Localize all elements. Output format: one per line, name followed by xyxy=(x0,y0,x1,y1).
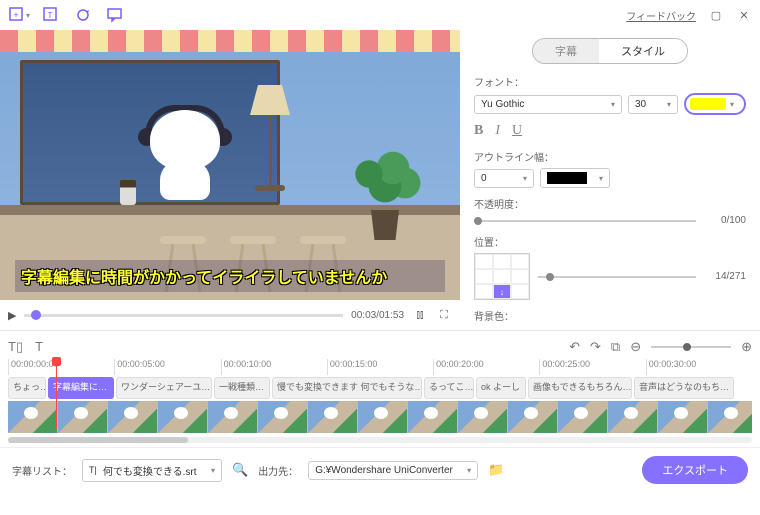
style-panel: 字幕 スタイル フォント： Yu Gothic▾ 30▾ ▾ B I U アウト… xyxy=(460,30,760,330)
subtitle-overlay: 字幕編集に時間がかかってイライラしていませんか xyxy=(15,260,445,292)
comment-icon[interactable] xyxy=(104,4,126,26)
zoom-slider[interactable] xyxy=(651,346,731,348)
video-thumbnail xyxy=(508,401,558,433)
tab-subtitle[interactable]: 字幕 xyxy=(533,39,599,63)
title-bar: +▾ T フィードバック ▢ ✕ xyxy=(0,0,760,30)
video-preview[interactable]: 字幕編集に時間がかかってイライラしていませんか xyxy=(0,30,460,300)
subtitle-clip[interactable]: ワンダーシェアーユ… xyxy=(116,377,212,399)
subtitle-list-label: 字幕リスト： xyxy=(12,463,72,478)
folder-icon[interactable]: 📁 xyxy=(488,462,504,478)
timeline-scrollbar[interactable] xyxy=(8,437,752,443)
redo-icon[interactable]: ↷ xyxy=(590,339,601,355)
position-bottom-center[interactable]: ↓ xyxy=(493,284,511,299)
subtitle-text: 字幕編集に時間がかかってイライラしていませんか xyxy=(21,264,439,288)
subtitle-clip[interactable]: 一戦種類… xyxy=(214,377,270,399)
playback-controls: ▶ 00:03/01:53 ⫾⫾ ⛶ xyxy=(0,300,460,330)
outline-label: アウトライン幅： xyxy=(474,149,746,164)
waveform-icon[interactable]: ⫾⫾ xyxy=(412,309,428,322)
subtitle-clip[interactable]: 慢でも変換できます 何でもそうな… xyxy=(272,377,422,399)
play-button[interactable]: ▶ xyxy=(8,309,16,322)
add-box-icon[interactable]: +▾ xyxy=(8,4,30,26)
ruler-tick: 00:00:30:00 xyxy=(646,359,752,375)
video-thumbnails-track[interactable] xyxy=(8,401,752,433)
video-thumbnail xyxy=(658,401,708,433)
position-slider[interactable] xyxy=(538,276,696,278)
subtitle-clip[interactable]: 音声はどうなのもち… xyxy=(634,377,734,399)
playhead[interactable] xyxy=(56,359,57,429)
video-thumbnail xyxy=(108,401,158,433)
position-grid[interactable]: ↓ xyxy=(474,253,530,300)
subtitle-clips-track: ちょっ…字幕編集に…ワンダーシェアーユ…一戦種類…慢でも変換できます 何でもそう… xyxy=(8,377,752,399)
subtitle-clip[interactable]: 画像もできるもちろん… xyxy=(528,377,632,399)
ruler-tick: 00:00:10:00 xyxy=(221,359,327,375)
panel-tabs: 字幕 スタイル xyxy=(474,38,746,64)
subtitle-file-select[interactable]: T|何でも変換できる.srt▾ xyxy=(82,459,222,482)
video-thumbnail xyxy=(608,401,658,433)
outline-width-select[interactable]: 0▾ xyxy=(474,169,534,188)
tab-style[interactable]: スタイル xyxy=(599,39,687,63)
refresh-icon[interactable] xyxy=(72,4,94,26)
search-icon[interactable]: 🔍 xyxy=(232,462,248,478)
underline-button[interactable]: U xyxy=(512,123,522,139)
bg-color-label: 背景色： xyxy=(474,308,746,323)
text-block-icon[interactable]: T▯ xyxy=(8,339,23,355)
subtitle-clip[interactable]: るってこ… xyxy=(424,377,474,399)
undo-icon[interactable]: ↶ xyxy=(569,339,580,355)
ruler-tick: 00:00:15:00 xyxy=(327,359,433,375)
duplicate-icon[interactable]: ⧉ xyxy=(611,339,620,355)
export-button[interactable]: エクスポート xyxy=(642,456,748,484)
timeline-ruler[interactable]: 00:00:00:0000:00:05:0000:00:10:0000:00:1… xyxy=(8,359,752,375)
video-thumbnail xyxy=(208,401,258,433)
add-text-icon[interactable]: T xyxy=(40,4,62,26)
video-thumbnail xyxy=(58,401,108,433)
video-thumbnail xyxy=(458,401,508,433)
opacity-value: 0/100 xyxy=(704,215,746,226)
zoom-out-icon[interactable]: ⊖ xyxy=(630,339,641,355)
output-path-select[interactable]: G:¥Wondershare UniConverter▾ xyxy=(308,461,478,480)
svg-text:T: T xyxy=(48,11,53,20)
ruler-tick: 00:00:20:00 xyxy=(433,359,539,375)
video-thumbnail xyxy=(558,401,608,433)
font-size-select[interactable]: 30▾ xyxy=(628,95,678,114)
subtitle-clip[interactable]: 字幕編集に… xyxy=(48,377,114,399)
font-label: フォント： xyxy=(474,74,746,89)
outline-color-select[interactable]: ▾ xyxy=(540,168,610,188)
seek-bar[interactable] xyxy=(24,314,343,317)
fullscreen-icon[interactable]: ⛶ xyxy=(436,309,452,322)
subtitle-clip[interactable]: ok よーし xyxy=(476,377,526,399)
close-icon[interactable]: ✕ xyxy=(736,7,752,23)
font-color-picker[interactable]: ▾ xyxy=(684,93,746,115)
opacity-label: 不透明度： xyxy=(474,196,746,211)
ruler-tick: 00:00:05:00 xyxy=(114,359,220,375)
bold-button[interactable]: B xyxy=(474,123,483,139)
text-tool-icon[interactable]: T xyxy=(35,339,43,355)
zoom-in-icon[interactable]: ⊕ xyxy=(741,339,752,355)
video-thumbnail xyxy=(408,401,458,433)
video-panel: 字幕編集に時間がかかってイライラしていませんか ▶ 00:03/01:53 ⫾⫾… xyxy=(0,30,460,330)
time-display: 00:03/01:53 xyxy=(351,310,404,321)
video-thumbnail xyxy=(358,401,408,433)
font-select[interactable]: Yu Gothic▾ xyxy=(474,95,622,114)
feedback-link[interactable]: フィードバック xyxy=(626,8,696,23)
timeline-panel: T▯ T ↶ ↷ ⧉ ⊖ ⊕ 00:00:00:0000:00:05:0000:… xyxy=(0,330,760,447)
maximize-icon[interactable]: ▢ xyxy=(708,7,724,23)
opacity-slider[interactable] xyxy=(474,220,696,222)
ruler-tick: 00:00:25:00 xyxy=(539,359,645,375)
video-thumbnail xyxy=(158,401,208,433)
svg-text:+: + xyxy=(13,10,18,20)
video-thumbnail xyxy=(258,401,308,433)
footer-bar: 字幕リスト： T|何でも変換できる.srt▾ 🔍 出力先： G:¥Wonders… xyxy=(0,447,760,492)
output-label: 出力先： xyxy=(258,463,298,478)
video-thumbnail xyxy=(8,401,58,433)
position-label: 位置： xyxy=(474,234,746,249)
position-value: 14/271 xyxy=(704,271,746,282)
video-thumbnail xyxy=(308,401,358,433)
italic-button[interactable]: I xyxy=(495,123,500,139)
subtitle-clip[interactable]: ちょっ… xyxy=(8,377,46,399)
video-thumbnail xyxy=(708,401,752,433)
ruler-tick: 00:00:00:00 xyxy=(8,359,114,375)
